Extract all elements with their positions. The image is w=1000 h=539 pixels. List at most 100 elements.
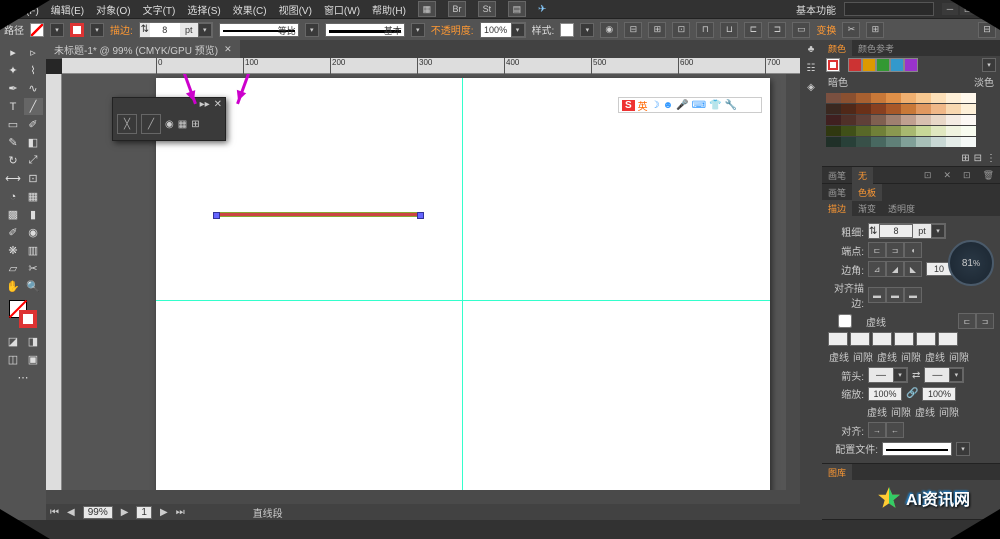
swatch-cell[interactable] (946, 115, 961, 125)
graphic-style-swatch[interactable] (560, 23, 574, 37)
link-scale-icon[interactable]: 🔗 (906, 388, 918, 399)
swatch-cell[interactable] (856, 104, 871, 114)
swatch-cell[interactable] (886, 104, 901, 114)
dash-checkbox[interactable] (828, 314, 862, 328)
arrow-scale-1[interactable] (868, 387, 902, 401)
hand-tool[interactable]: ✋ (4, 278, 23, 295)
ime-tool-icon[interactable]: 🔧 (725, 100, 737, 111)
transparency-tab[interactable]: 透明度 (882, 200, 921, 217)
swatch-cell[interactable] (856, 137, 871, 147)
selection-tool[interactable]: ▸ (4, 44, 23, 61)
menu-extra-3[interactable]: St (478, 1, 496, 17)
arrow-start[interactable]: —▾ (868, 367, 908, 383)
artboard-tool[interactable]: ▱ (4, 260, 23, 277)
swatch-cell[interactable] (886, 137, 901, 147)
swatch-cell[interactable] (841, 115, 856, 125)
swatch-cell[interactable] (856, 93, 871, 103)
pen-tool[interactable]: ✒ (4, 80, 23, 97)
status-nav-last[interactable]: ⏭ (176, 507, 185, 518)
library-tab[interactable]: 图库 (822, 464, 852, 481)
dock-icon-3[interactable]: ◈ (807, 82, 815, 93)
perspective-tool[interactable]: ▦ (24, 188, 43, 205)
menu-select[interactable]: 选择(S) (187, 2, 220, 17)
swatch-cell[interactable] (946, 137, 961, 147)
brush-option-1[interactable]: ╳ (117, 114, 137, 134)
swatch-cell[interactable] (916, 137, 931, 147)
guide-vertical[interactable] (462, 78, 463, 490)
ime-keyboard-icon[interactable]: ⌨ (692, 100, 706, 111)
swatch-cell[interactable] (961, 137, 976, 147)
swatch-cell[interactable] (841, 126, 856, 136)
swatch-cell[interactable] (961, 126, 976, 136)
artboard-nav[interactable]: 1 (136, 506, 152, 519)
menu-extra-1[interactable]: ▦ (418, 1, 436, 17)
menu-edit[interactable]: 编辑(E) (51, 2, 84, 17)
menu-effect[interactable]: 效果(C) (233, 2, 267, 17)
harmony-1[interactable] (848, 58, 862, 72)
gradient-tab[interactable]: 渐变 (852, 200, 882, 217)
document-tab[interactable]: 未标题-1* @ 99% (CMYK/GPU 预览) ✕ (46, 40, 240, 59)
color-tab[interactable]: 颜色 (822, 40, 852, 57)
zoom-level[interactable]: 99% (83, 506, 113, 519)
swatch-cell[interactable] (961, 115, 976, 125)
harmony-5[interactable] (904, 58, 918, 72)
swatch-cell[interactable] (886, 93, 901, 103)
profile-dropdown[interactable] (882, 442, 952, 456)
panel-close-icon[interactable]: ✕ (214, 99, 222, 109)
menu-object[interactable]: 对象(O) (96, 2, 130, 17)
fill-stroke-indicator[interactable] (9, 300, 37, 328)
menu-window[interactable]: 窗口(W) (324, 2, 360, 17)
curvature-tool[interactable]: ∿ (24, 80, 43, 97)
type-tool[interactable]: T (4, 98, 23, 115)
align-icon-2[interactable]: ⊞ (648, 22, 666, 38)
mask-icon[interactable]: ⊞ (866, 22, 884, 38)
variable-width-profile[interactable]: 等比 (219, 23, 299, 37)
vertical-scrollbar[interactable] (786, 74, 800, 490)
shape-builder-tool[interactable]: ◔ (4, 188, 23, 205)
mesh-tool[interactable]: ▩ (4, 206, 23, 223)
gradient-tool[interactable]: ▮ (24, 206, 43, 223)
shaper-tool[interactable]: ✎ (4, 134, 23, 151)
swatch-cell[interactable] (901, 115, 916, 125)
align-stroke-buttons[interactable]: ▬▬▬ (868, 287, 922, 303)
brush-definition[interactable]: 基本 (325, 23, 405, 37)
ime-face-icon[interactable]: ☻ (663, 100, 674, 111)
swatch-cell[interactable] (901, 104, 916, 114)
fill-dropdown[interactable]: ▾ (50, 23, 64, 37)
swatch-cell[interactable] (871, 137, 886, 147)
shape-icon[interactable]: ▭ (792, 22, 810, 38)
swatch-cell[interactable] (841, 93, 856, 103)
swatch-cell[interactable] (916, 104, 931, 114)
ime-mic-icon[interactable]: 🎤 (676, 100, 688, 111)
menu-rocket-icon[interactable]: ✈ (538, 4, 546, 15)
color-mode[interactable]: ◪ (4, 333, 23, 350)
align-icon-7[interactable]: ⊐ (768, 22, 786, 38)
swatch-cell[interactable] (826, 93, 841, 103)
brush-grid-icon[interactable]: ▦ (178, 119, 187, 130)
menu-view[interactable]: 视图(V) (279, 2, 312, 17)
scale-tool[interactable]: ⤢ (24, 152, 43, 169)
recolor-icon[interactable]: ◉ (600, 22, 618, 38)
swatch-panel-tab[interactable]: 色板 (852, 184, 882, 201)
draw-mode[interactable]: ◫ (4, 351, 23, 368)
stroke-tab[interactable]: 描边 (822, 200, 852, 217)
swatch-cell[interactable] (871, 93, 886, 103)
eraser-tool[interactable]: ◧ (24, 134, 43, 151)
floating-brush-panel[interactable]: ▸▸✕ ╳ ╱ ◉ ▦ ⊞ (112, 97, 226, 141)
transform-label[interactable]: 变换 (816, 22, 836, 37)
swatch-cell[interactable] (961, 93, 976, 103)
stroke-weight-field[interactable]: ⇅ pt ▾ (139, 22, 213, 38)
free-transform-tool[interactable]: ⊡ (24, 170, 43, 187)
align-icon-4[interactable]: ⊓ (696, 22, 714, 38)
swatch-cell[interactable] (901, 126, 916, 136)
horizontal-ruler[interactable]: 0100200300400500600700 (62, 58, 800, 74)
vertical-ruler[interactable] (46, 74, 62, 490)
active-color-swatch[interactable] (826, 58, 840, 72)
swatch-cell[interactable] (856, 126, 871, 136)
brush-tab[interactable]: 画笔 (822, 167, 852, 184)
gradient-mode[interactable]: ◨ (24, 333, 43, 350)
line-tool[interactable]: ╱ (24, 98, 43, 115)
magic-wand-tool[interactable]: ✦ (4, 62, 23, 79)
harmony-4[interactable] (890, 58, 904, 72)
swatch-cell[interactable] (931, 137, 946, 147)
